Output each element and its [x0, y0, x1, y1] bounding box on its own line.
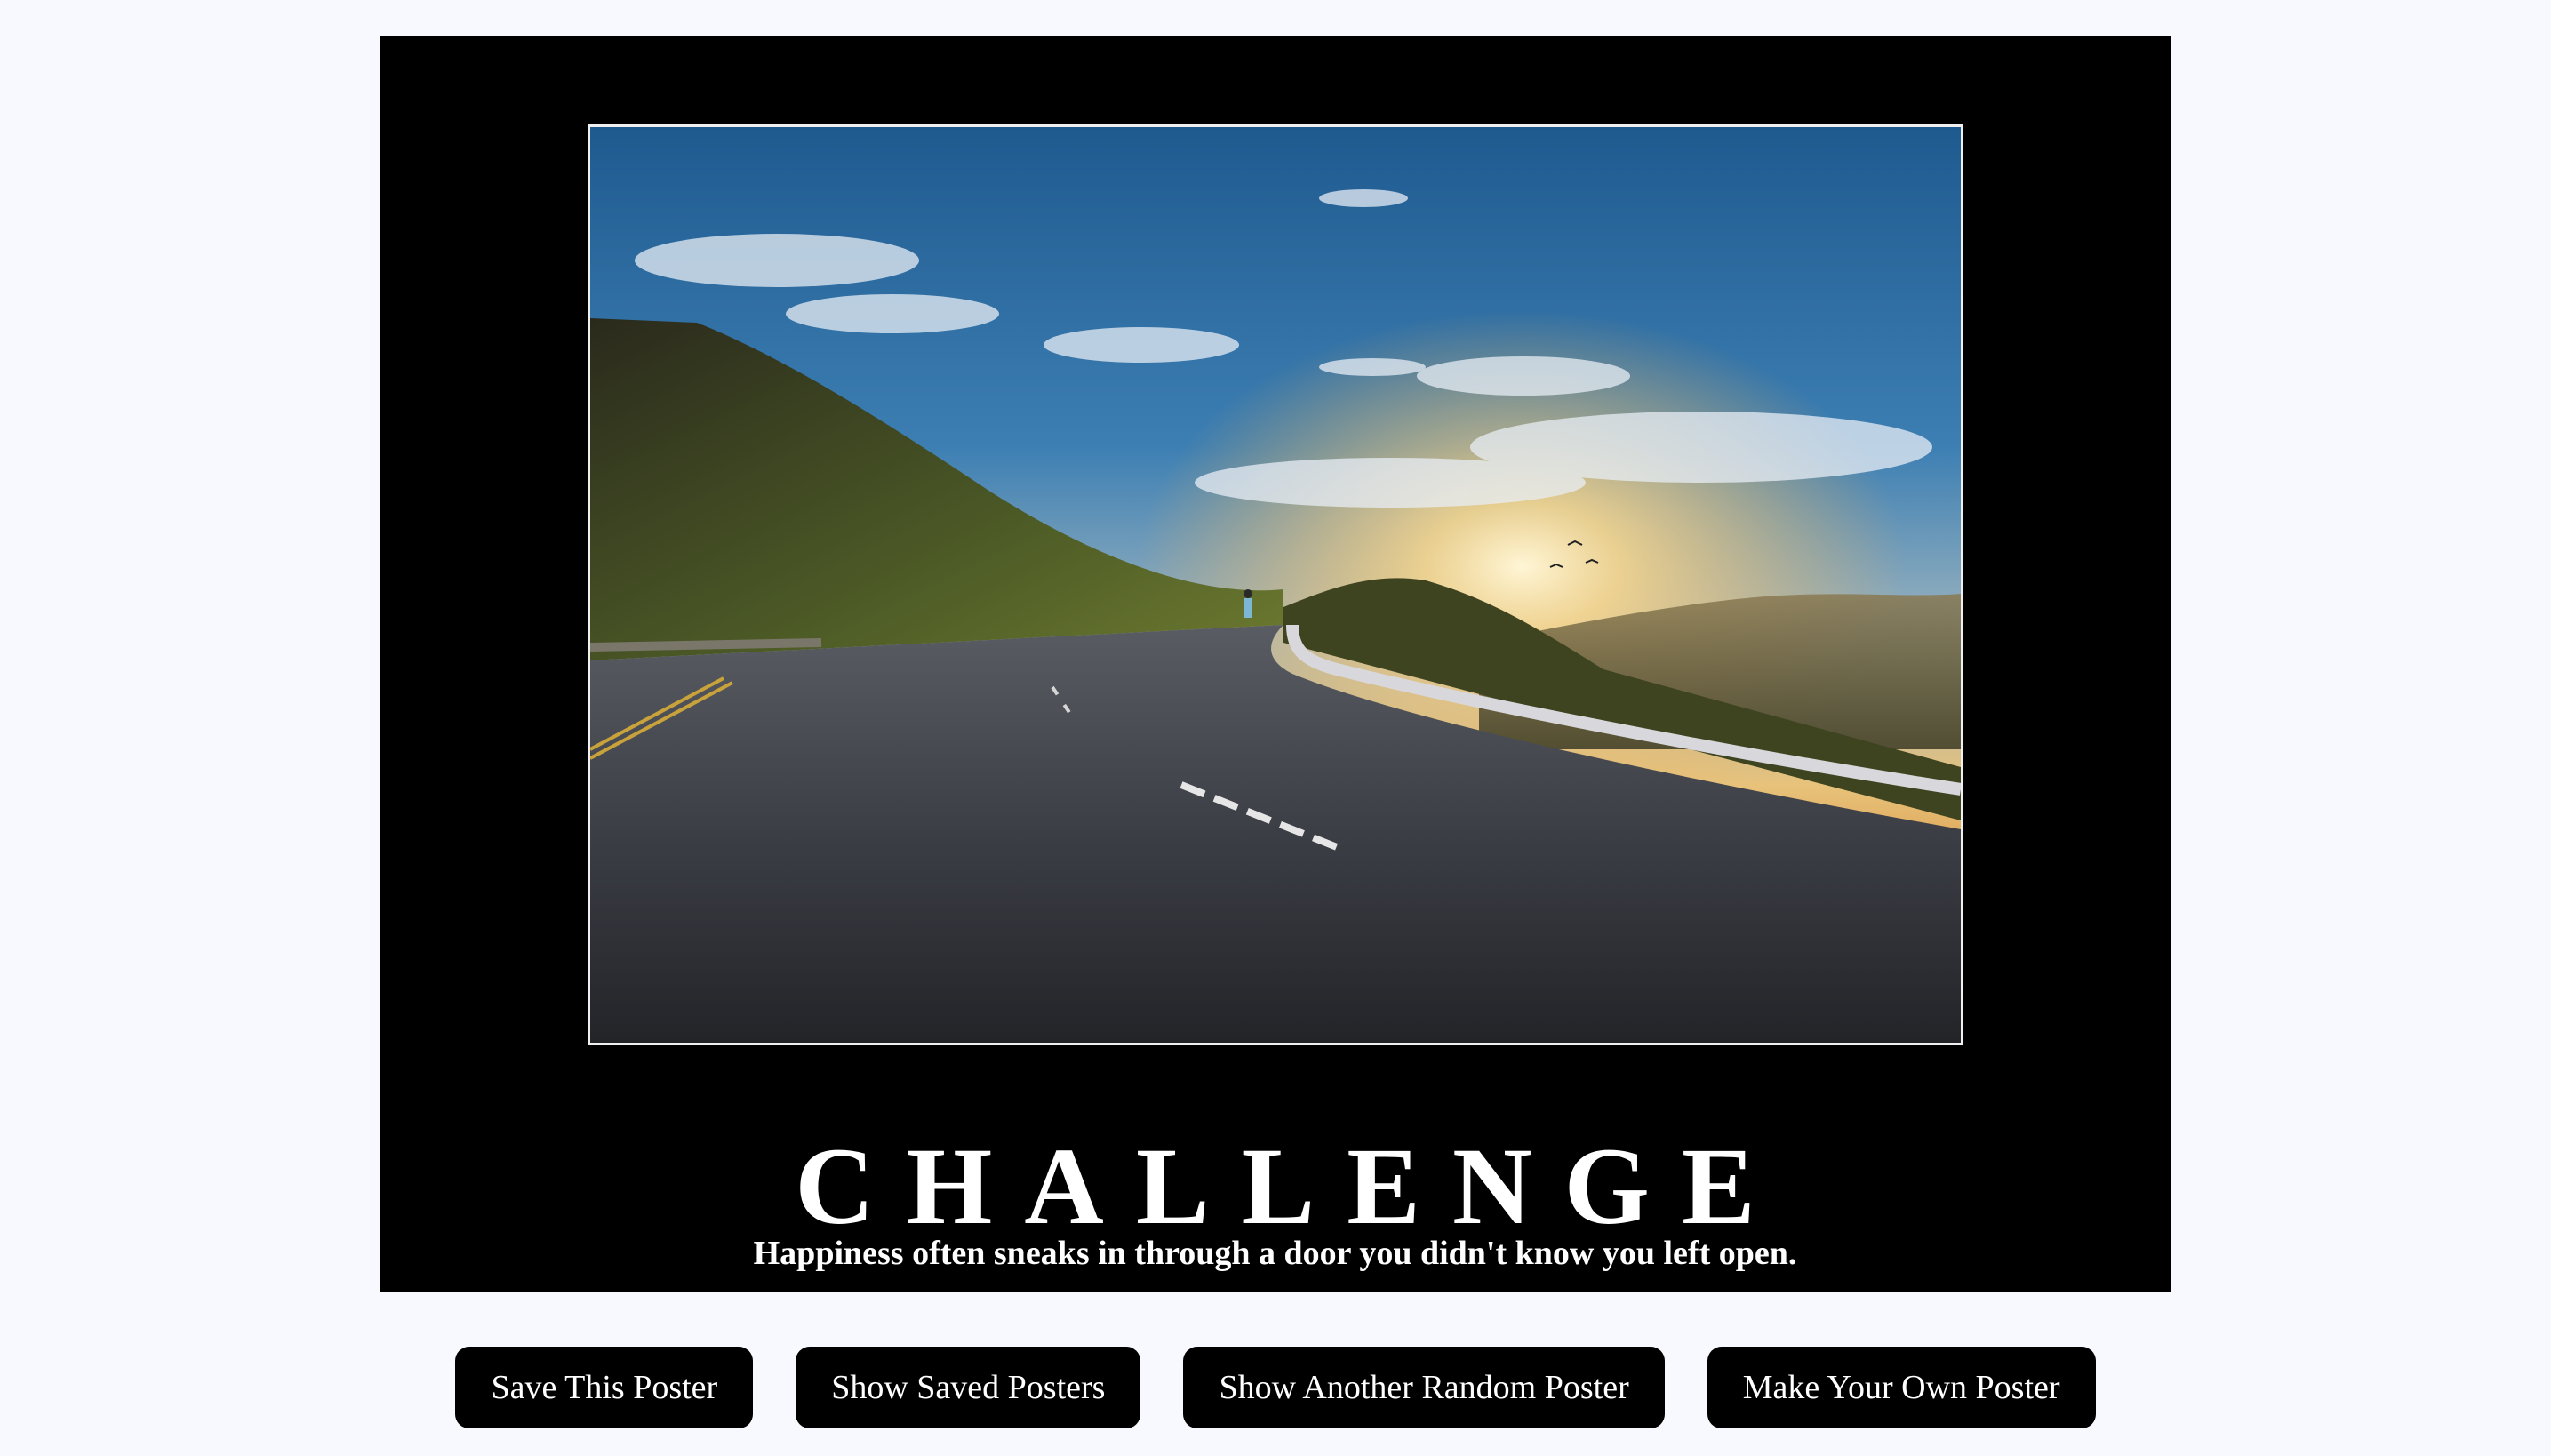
poster-quote: Happiness often sneaks in through a door… — [753, 1235, 1797, 1272]
poster-controls: Save This Poster Show Saved Posters Show… — [0, 1347, 2551, 1428]
make-own-poster-button[interactable]: Make Your Own Poster — [1707, 1347, 2096, 1428]
poster-title: CHALLENGE — [795, 1125, 1787, 1248]
save-poster-button[interactable]: Save This Poster — [455, 1347, 754, 1428]
show-saved-posters-button[interactable]: Show Saved Posters — [796, 1347, 1141, 1428]
show-random-poster-button[interactable]: Show Another Random Poster — [1183, 1347, 1665, 1428]
poster-image — [588, 124, 1963, 1045]
poster-photo — [590, 127, 1961, 1043]
poster: CHALLENGE Happiness often sneaks in thro… — [380, 36, 2171, 1292]
